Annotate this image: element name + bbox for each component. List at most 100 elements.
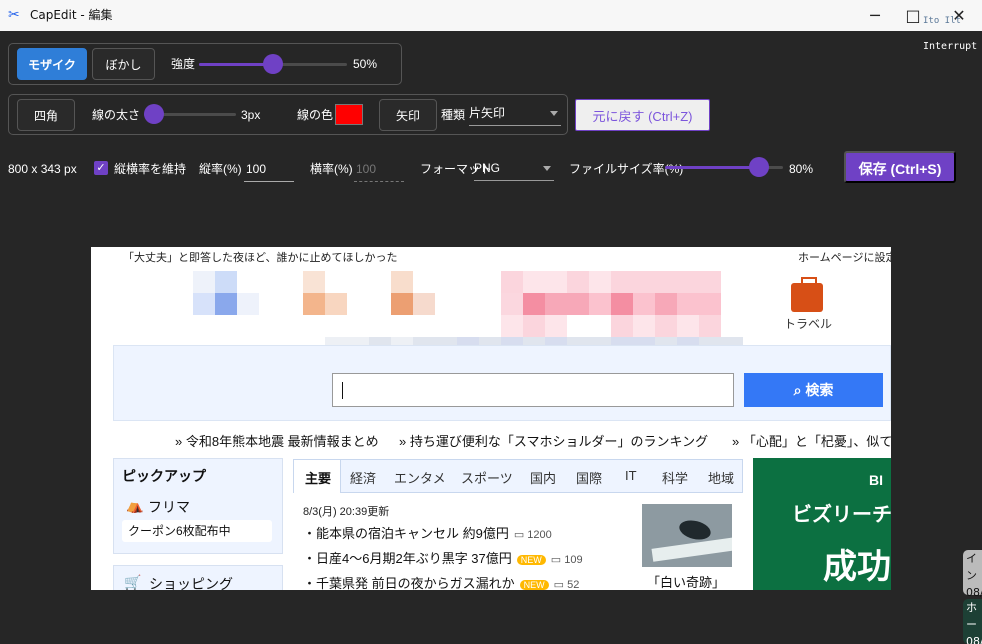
file-size-thumb[interactable]	[749, 157, 770, 177]
headline-2-text: ・日産4〜6月期2年ぶり黒字 37億円	[303, 551, 512, 566]
line-width-value: 3px	[241, 108, 261, 122]
mosaic-cell	[215, 271, 237, 293]
line-color-swatch[interactable]	[335, 104, 363, 125]
headline-2-count: ▭ 109	[550, 554, 583, 566]
strength-label: 強度	[171, 57, 196, 71]
format-select[interactable]: PNG	[474, 155, 554, 181]
tab-sports: スポーツ	[461, 471, 513, 486]
mosaic-cell	[611, 271, 633, 293]
photo-caption: 「白い奇跡」	[647, 575, 726, 590]
flea-market-icon: ⛺	[126, 497, 144, 513]
undo-button[interactable]: 元に戻す (Ctrl+Z)	[575, 99, 710, 131]
headline-3-text: ・千葉県発 前日の夜からガス漏れか	[303, 576, 515, 590]
mosaic-cell	[677, 271, 699, 293]
side-notification-2-date: 08/	[966, 635, 982, 644]
mosaic-cell	[655, 315, 677, 337]
mosaic-cell	[193, 293, 215, 315]
headline-3-count-value: 52	[567, 579, 580, 590]
mosaic-cell	[633, 271, 655, 293]
strength-slider[interactable]	[199, 54, 347, 74]
mosaic-cell	[677, 315, 699, 337]
tab-economy: 経済	[350, 471, 377, 486]
mosaic-cell	[633, 315, 655, 337]
image-preview: 「大丈夫」と即答した夜ほど、誰かに止めてほしかった ホームページに設定 トラベル…	[91, 247, 891, 590]
side-notification-2-title: ホー	[966, 601, 977, 631]
shopping-link: ショッピング	[149, 576, 233, 590]
tab-domestic: 国内	[530, 471, 557, 486]
flea-market-link: フリマ	[148, 499, 190, 515]
mosaic-cell	[655, 293, 677, 315]
mosaic-cell	[699, 315, 721, 337]
mosaic-cell	[193, 271, 215, 293]
width-ratio-input[interactable]: 100	[354, 156, 404, 182]
side-notification-1[interactable]: イン 08/	[963, 550, 982, 599]
file-size-slider[interactable]	[665, 157, 783, 177]
advertisement: BI ビズリーチ 成功	[753, 458, 891, 590]
preview-search-label: 検索	[805, 382, 834, 398]
mosaic-cell	[699, 271, 721, 293]
save-button[interactable]: 保存 (Ctrl+S)	[844, 151, 956, 183]
coupon-label: クーポン6枚配布中	[122, 520, 272, 542]
ad-headline: ビズリーチ	[792, 504, 891, 526]
ad-brand: BI	[869, 472, 883, 488]
side-notification-1-date: 08/	[966, 586, 982, 599]
mosaic-cell	[303, 271, 325, 293]
blur-button[interactable]: ぼかし	[92, 48, 155, 80]
line-width-label: 線の太さ	[92, 108, 141, 122]
headline-1-count-value: 1200	[527, 529, 552, 541]
line-width-slider[interactable]	[144, 104, 236, 124]
mosaic-cell	[567, 293, 589, 315]
mosaic-cell	[501, 271, 523, 293]
bird-photo	[642, 504, 732, 567]
news-link-3-text: 「心配」と「杞憂」、似て	[742, 434, 891, 449]
line-color-label: 線の色	[297, 108, 334, 122]
news-update-time: 8/3(月) 20:39更新	[303, 506, 390, 518]
arrow-type-select[interactable]: 片矢印	[469, 100, 561, 126]
scissors-icon: ✂	[8, 7, 20, 23]
mosaic-cell	[325, 293, 347, 315]
rectangle-button[interactable]: 四角	[17, 99, 75, 131]
tab-main: 主要	[305, 471, 332, 486]
tab-science: 科学	[662, 471, 689, 486]
headline-1-count: ▭ 1200	[513, 529, 552, 541]
side-notification-2[interactable]: ホー 08/	[963, 599, 982, 644]
mosaic-cell	[611, 315, 633, 337]
tab-local: 地域	[708, 471, 735, 486]
pickup-heading: ピックアップ	[122, 468, 206, 484]
height-ratio-input[interactable]: 100	[244, 156, 294, 182]
mosaic-cell	[215, 293, 237, 315]
file-size-value: 80%	[789, 162, 814, 176]
capedit-window: ✂ CapEdit - 編集 ─ □ ✕ Ito Ilt Interrupt モ…	[0, 0, 982, 644]
side-notification-1-title: イン	[966, 552, 977, 582]
headline-1-text: ・能本県の宿泊キャンセル 約9億円	[303, 526, 509, 541]
terminal-text: Interrupt	[923, 41, 978, 52]
strength-fill	[199, 63, 273, 66]
strength-value: 50%	[353, 57, 378, 71]
window-title: CapEdit - 編集	[30, 8, 113, 22]
mosaic-cell	[413, 293, 435, 315]
home-page-link: ホームページに設定	[798, 252, 891, 264]
ad-big-text: 成功	[823, 548, 891, 586]
preview-search-button: ⌕ 検索	[744, 373, 883, 407]
terminal-faint-text: Ito Ilt	[923, 16, 961, 26]
title-bar: ✂ CapEdit - 編集 ─ □ ✕	[0, 0, 982, 31]
keep-ratio-checkbox[interactable]: ✓	[94, 161, 108, 175]
headline-3-count: ▭ 52	[553, 579, 580, 590]
mosaic-cell	[523, 271, 545, 293]
text-cursor	[342, 382, 343, 399]
shopping-cart-icon: 🛒	[124, 574, 142, 590]
mosaic-cell	[545, 315, 567, 337]
mosaic-cell	[655, 271, 677, 293]
strength-thumb[interactable]	[263, 54, 283, 74]
travel-bag-icon	[791, 277, 823, 312]
mosaic-button[interactable]: モザイク	[17, 48, 87, 80]
mosaic-cell	[303, 293, 325, 315]
tab-it: IT	[625, 468, 637, 483]
mosaic-cell	[677, 293, 699, 315]
keep-ratio-label: 縦横率を維持	[114, 162, 187, 176]
mosaic-cell	[567, 271, 589, 293]
line-width-thumb[interactable]	[144, 104, 164, 124]
preview-search-input	[332, 373, 734, 407]
headline-1: ・能本県の宿泊キャンセル 約9億円 ▭ 1200	[303, 523, 552, 542]
arrow-button[interactable]: 矢印	[379, 99, 437, 131]
